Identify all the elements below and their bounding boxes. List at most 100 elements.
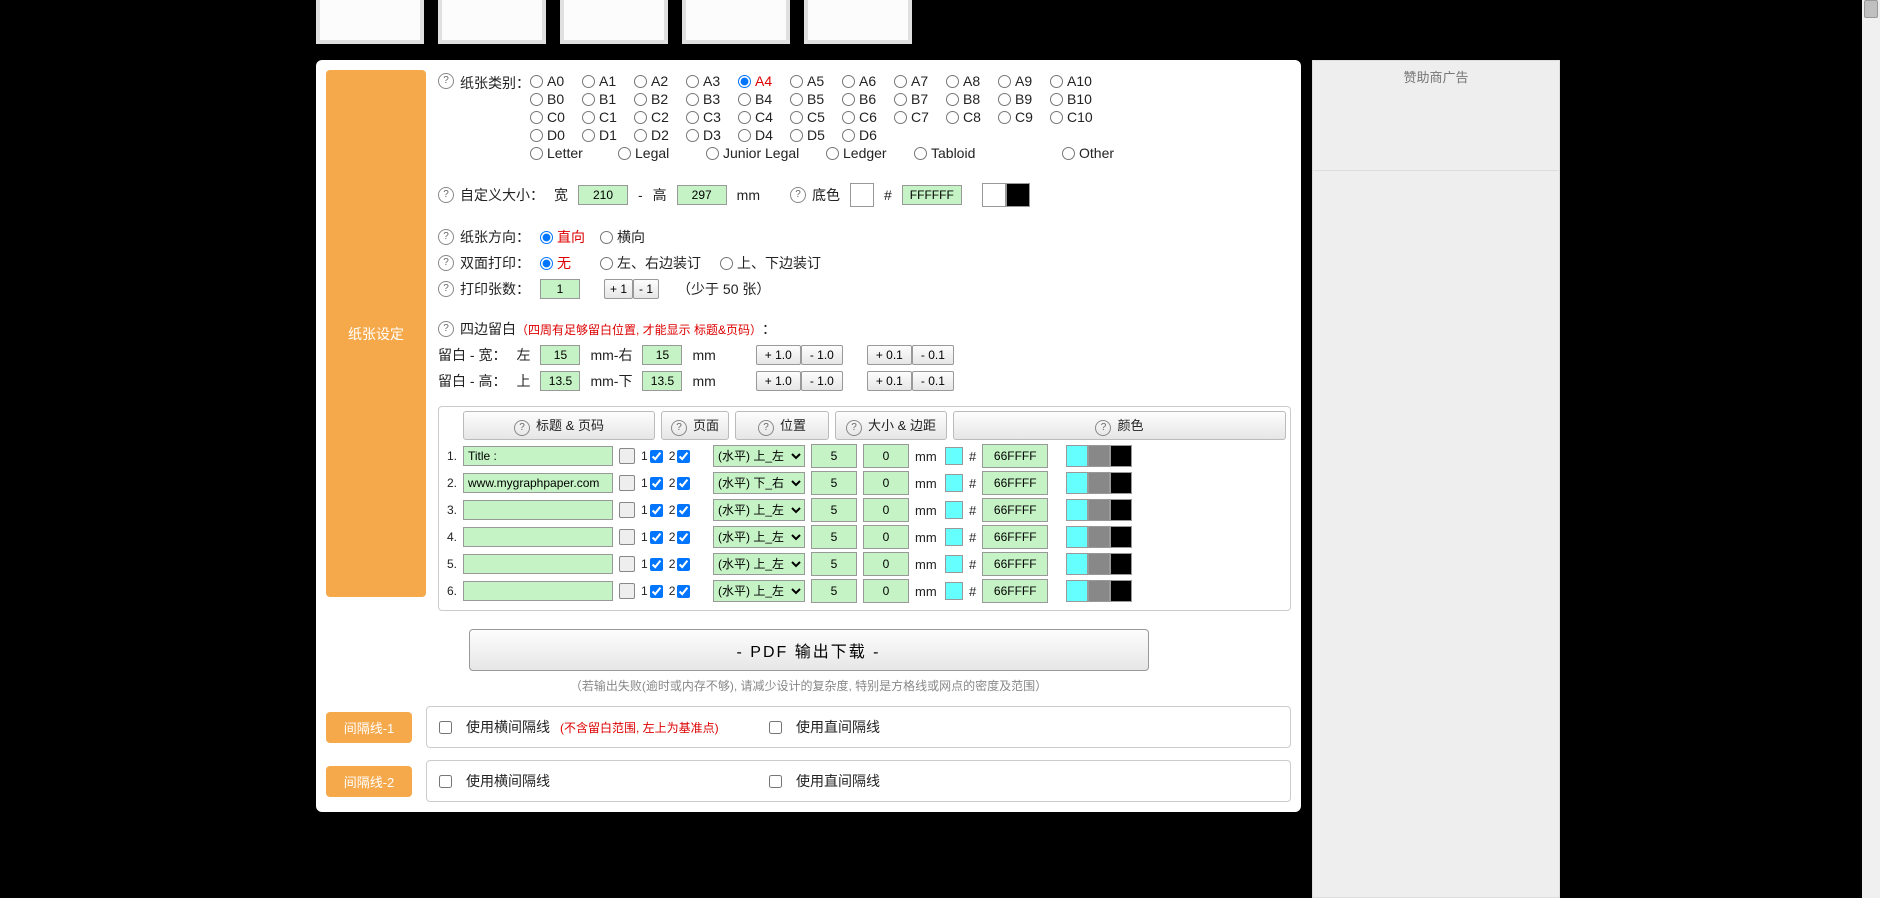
paper-size-b7[interactable]: B7 <box>894 91 946 107</box>
sep2-horizontal-checkbox[interactable] <box>439 775 452 788</box>
title-text-input[interactable] <box>463 527 613 547</box>
margin-h-minus-01-button[interactable]: - 0.1 <box>912 371 954 391</box>
color-hex-input[interactable] <box>982 525 1048 549</box>
title-toggle[interactable] <box>619 475 635 491</box>
paper-size-ledger[interactable]: Ledger <box>826 145 914 161</box>
size-input[interactable] <box>811 552 857 576</box>
width-input[interactable] <box>578 185 628 205</box>
color-hex-input[interactable] <box>982 498 1048 522</box>
page-1-checkbox[interactable] <box>650 450 663 463</box>
copies-input[interactable] <box>540 279 580 299</box>
template-thumb[interactable] <box>804 0 912 44</box>
duplex-lr[interactable]: 左、右边装订 <box>600 253 720 273</box>
margin-w-minus-1-button[interactable]: - 1.0 <box>801 345 843 365</box>
color-swatch-preset[interactable] <box>1110 526 1132 548</box>
paper-size-b6[interactable]: B6 <box>842 91 894 107</box>
color-swatch-current[interactable] <box>945 447 963 465</box>
color-swatch-preset[interactable] <box>1088 580 1110 602</box>
help-icon[interactable]: ? <box>671 420 687 436</box>
paper-size-letter[interactable]: Letter <box>530 145 618 161</box>
paper-size-a8[interactable]: A8 <box>946 73 998 89</box>
help-icon[interactable]: ? <box>438 321 454 337</box>
title-toggle[interactable] <box>619 529 635 545</box>
page-2-checkbox[interactable] <box>677 585 690 598</box>
height-input[interactable] <box>677 185 727 205</box>
paper-size-c8[interactable]: C8 <box>946 109 998 125</box>
paper-size-a3[interactable]: A3 <box>686 73 738 89</box>
paper-size-c5[interactable]: C5 <box>790 109 842 125</box>
paper-size-c0[interactable]: C0 <box>530 109 582 125</box>
paper-size-d1[interactable]: D1 <box>582 127 634 143</box>
paper-size-c3[interactable]: C3 <box>686 109 738 125</box>
margin-w-plus-01-button[interactable]: + 0.1 <box>867 345 912 365</box>
color-hex-input[interactable] <box>982 471 1048 495</box>
template-thumb[interactable] <box>438 0 546 44</box>
color-swatch-preset[interactable] <box>1110 472 1132 494</box>
color-swatch-current[interactable] <box>945 555 963 573</box>
help-icon[interactable]: ? <box>846 420 862 436</box>
paper-size-a7[interactable]: A7 <box>894 73 946 89</box>
paper-size-d6[interactable]: D6 <box>842 127 894 143</box>
margin-w-minus-01-button[interactable]: - 0.1 <box>912 345 954 365</box>
template-thumb[interactable] <box>682 0 790 44</box>
color-swatch-current[interactable] <box>945 474 963 492</box>
help-icon[interactable]: ? <box>790 187 806 203</box>
margin-input[interactable] <box>863 471 909 495</box>
color-swatch-preset[interactable] <box>1066 526 1088 548</box>
color-swatch-preset[interactable] <box>1110 580 1132 602</box>
color-swatch-preset[interactable] <box>1066 580 1088 602</box>
color-swatch-preset[interactable] <box>1088 526 1110 548</box>
page-1-checkbox[interactable] <box>650 558 663 571</box>
margin-input[interactable] <box>863 444 909 468</box>
pdf-download-button[interactable]: - PDF 输出下载 - <box>469 629 1149 671</box>
paper-size-other[interactable]: Other <box>1062 145 1150 161</box>
help-icon[interactable]: ? <box>438 73 454 89</box>
paper-size-b10[interactable]: B10 <box>1050 91 1102 107</box>
color-swatch-preset[interactable] <box>1066 445 1088 467</box>
paper-size-legal[interactable]: Legal <box>618 145 706 161</box>
preset-swatch-black[interactable] <box>1006 183 1030 207</box>
preset-swatch-white[interactable] <box>982 183 1006 207</box>
paper-size-b9[interactable]: B9 <box>998 91 1050 107</box>
paper-size-c4[interactable]: C4 <box>738 109 790 125</box>
position-select[interactable]: (水平) 下_右 <box>713 472 805 494</box>
color-swatch-preset[interactable] <box>1088 472 1110 494</box>
margin-left-input[interactable] <box>540 345 580 365</box>
title-text-input[interactable] <box>463 581 613 601</box>
help-icon[interactable]: ? <box>1095 420 1111 436</box>
color-swatch-preset[interactable] <box>1066 553 1088 575</box>
title-toggle[interactable] <box>619 583 635 599</box>
help-icon[interactable]: ? <box>514 420 530 436</box>
base-color-swatch[interactable] <box>850 183 874 207</box>
help-icon[interactable]: ? <box>438 187 454 203</box>
position-select[interactable]: (水平) 上_左 <box>713 445 805 467</box>
copies-plus-button[interactable]: + 1 <box>604 279 633 299</box>
color-swatch-preset[interactable] <box>1110 445 1132 467</box>
page-scrollbar[interactable] <box>1862 0 1880 898</box>
size-input[interactable] <box>811 498 857 522</box>
size-input[interactable] <box>811 471 857 495</box>
page-2-checkbox[interactable] <box>677 477 690 490</box>
copies-minus-button[interactable]: - 1 <box>633 279 659 299</box>
paper-size-c1[interactable]: C1 <box>582 109 634 125</box>
title-text-input[interactable] <box>463 500 613 520</box>
template-thumb[interactable] <box>316 0 424 44</box>
color-hex-input[interactable] <box>982 444 1048 468</box>
paper-size-a6[interactable]: A6 <box>842 73 894 89</box>
paper-size-d0[interactable]: D0 <box>530 127 582 143</box>
paper-size-c10[interactable]: C10 <box>1050 109 1102 125</box>
paper-size-c7[interactable]: C7 <box>894 109 946 125</box>
page-2-checkbox[interactable] <box>677 531 690 544</box>
title-toggle[interactable] <box>619 448 635 464</box>
template-thumb[interactable] <box>560 0 668 44</box>
duplex-tb[interactable]: 上、下边装订 <box>720 253 821 273</box>
paper-size-c9[interactable]: C9 <box>998 109 1050 125</box>
color-swatch-preset[interactable] <box>1088 553 1110 575</box>
margin-input[interactable] <box>863 552 909 576</box>
paper-size-a0[interactable]: A0 <box>530 73 582 89</box>
orientation-landscape[interactable]: 横向 <box>600 227 645 247</box>
scrollbar-thumb[interactable] <box>1864 0 1878 18</box>
title-toggle[interactable] <box>619 556 635 572</box>
margin-right-input[interactable] <box>642 345 682 365</box>
sep1-horizontal-checkbox[interactable] <box>439 721 452 734</box>
